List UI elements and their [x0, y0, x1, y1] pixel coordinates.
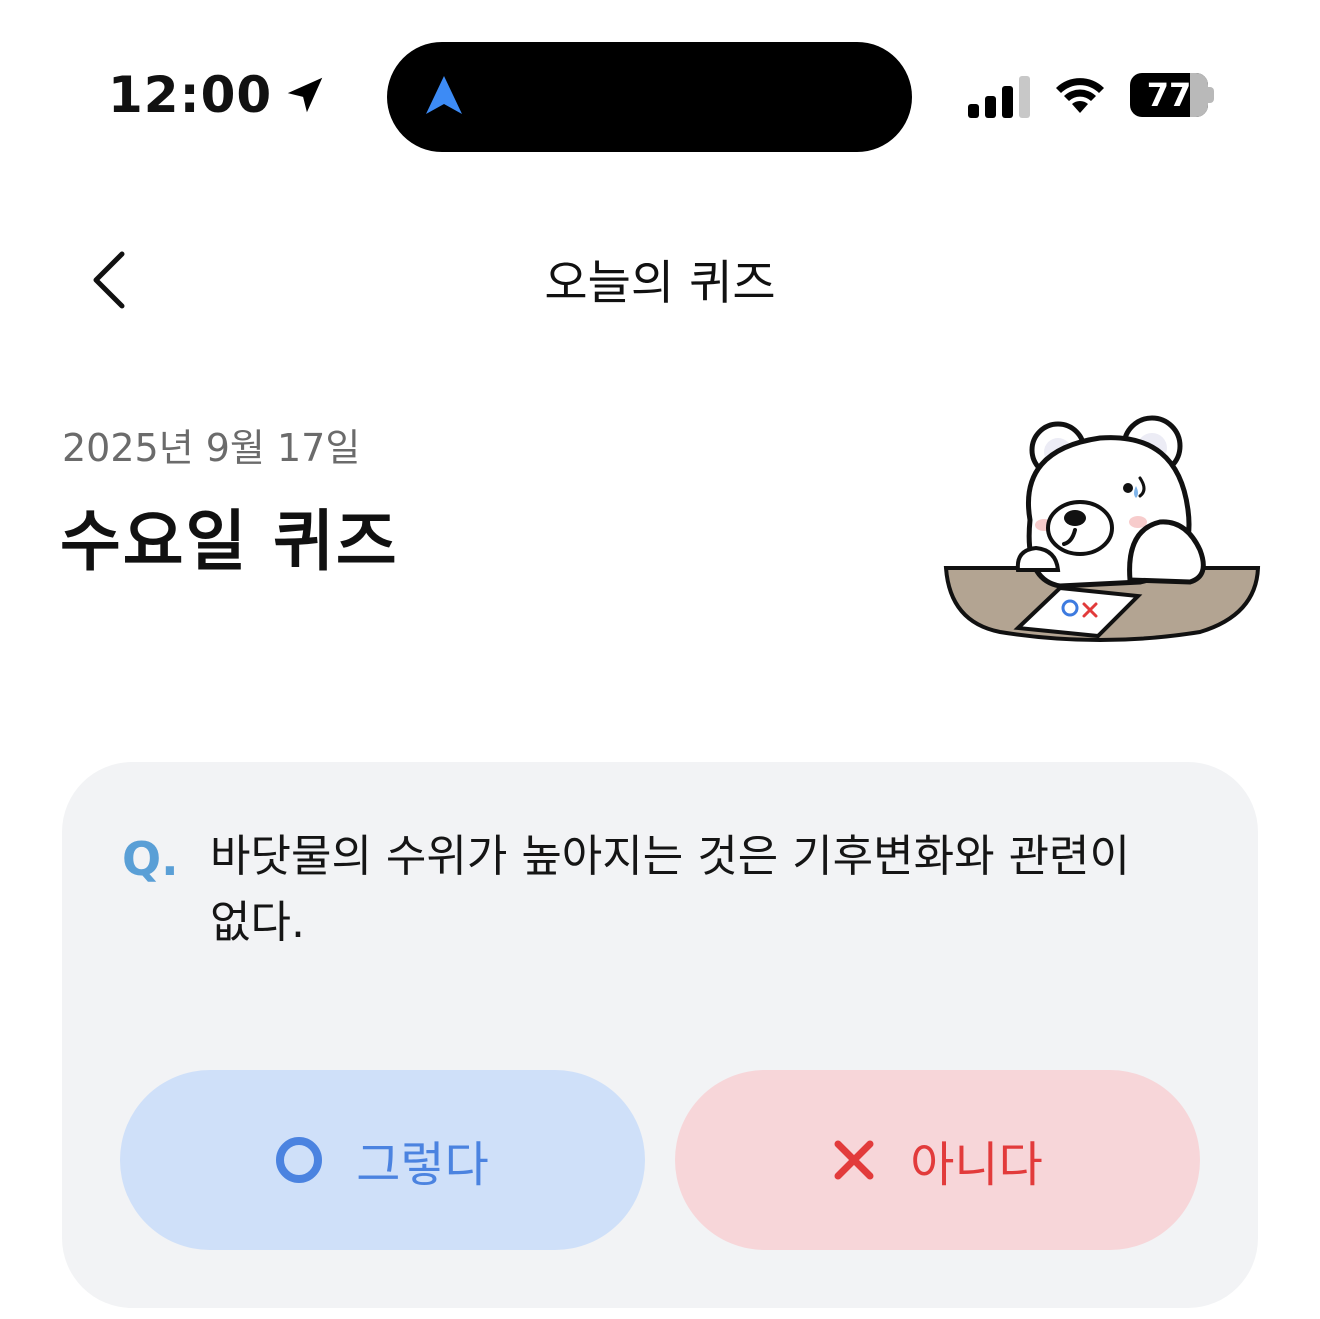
- answer-no-label: 아니다: [910, 1137, 1043, 1193]
- circle-o-icon: [276, 1137, 323, 1183]
- wifi-icon: [1056, 78, 1104, 113]
- battery-icon: 77: [1130, 73, 1214, 117]
- x-icon: [834, 1140, 874, 1180]
- answer-yes-label: 그렇다: [356, 1137, 489, 1193]
- page-title: 오늘의 퀴즈: [544, 256, 776, 311]
- quiz-title: 수요일 퀴즈: [60, 503, 399, 580]
- cellular-signal-icon: [968, 72, 1030, 118]
- question-card: Q. 바닷물의 수위가 높아지는 것은 기후변화와 관련이 없다. 그렇다 아니…: [62, 762, 1258, 1308]
- navigation-icon: [426, 76, 462, 114]
- battery-percent: 77: [1146, 76, 1192, 114]
- question-marker: Q.: [122, 832, 179, 886]
- dynamic-island: [387, 42, 912, 152]
- status-time: 12:00: [108, 66, 328, 124]
- question-text: 바닷물의 수위가 높아지는 것은 기후변화와 관련이 없다.: [210, 831, 1131, 948]
- status-indicators: 77: [968, 72, 1214, 118]
- quiz-date: 2025년 9월 17일: [62, 426, 361, 470]
- answer-no-button[interactable]: 아니다: [675, 1070, 1200, 1250]
- answer-yes-button[interactable]: 그렇다: [120, 1070, 645, 1250]
- bear-illustration: [943, 415, 1261, 642]
- location-arrow-icon: [287, 77, 323, 113]
- status-time-text: 12:00: [108, 66, 273, 124]
